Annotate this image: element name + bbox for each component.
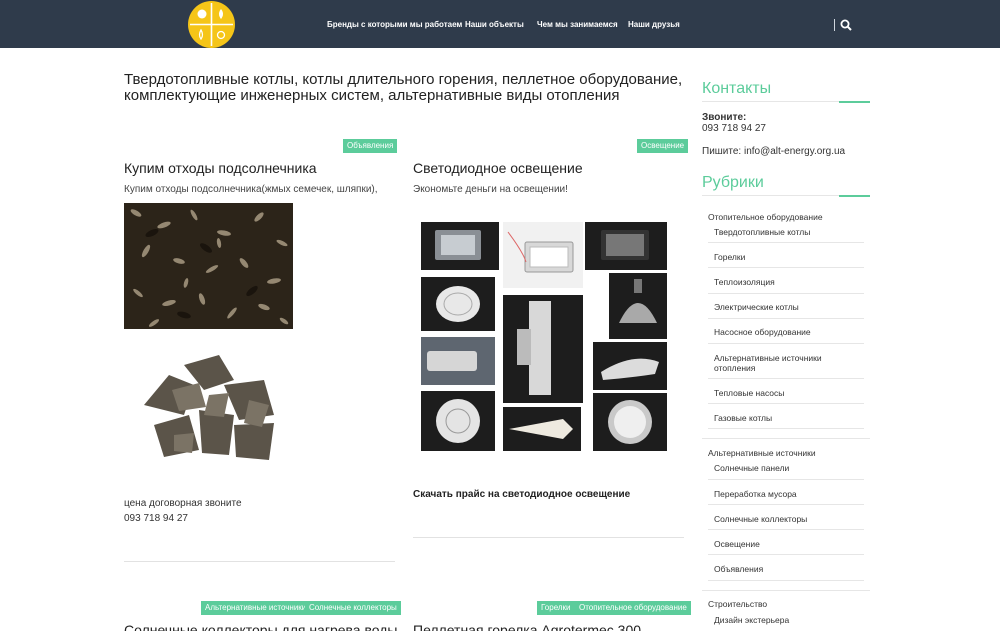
category-pumps[interactable]: Насосное оборудование <box>714 327 811 337</box>
category-divider <box>708 428 864 429</box>
post-divider <box>413 537 684 538</box>
logo-icon <box>190 3 233 46</box>
category-divider <box>708 479 864 480</box>
group-divider <box>702 590 870 591</box>
category-divider <box>708 378 864 379</box>
nav-separator <box>834 19 835 31</box>
tag-heating-equipment[interactable]: Отопительное оборудование <box>575 601 691 615</box>
category-announcements[interactable]: Объявления <box>714 564 763 574</box>
category-divider <box>708 554 864 555</box>
nav-objects[interactable]: Наши объекты <box>465 20 524 29</box>
nav-services[interactable]: Чем мы занимаемся <box>537 20 618 29</box>
tag-announcements[interactable]: Объявления <box>343 139 398 153</box>
tag-lighting[interactable]: Освещение <box>637 139 689 153</box>
category-alt-heating[interactable]: Альтернативные источники отопления <box>714 353 844 373</box>
contact-email[interactable]: Пишите: info@alt-energy.org.ua <box>702 146 845 157</box>
post-title-burner[interactable]: Пеллетная горелка Agrotermec 300 <box>413 622 641 631</box>
top-navbar: Бренды с которыми мы работаем Наши объек… <box>0 0 1000 48</box>
post-title-solar[interactable]: Солнечные коллекторы для нагрева воды <box>124 622 397 631</box>
category-electric-boilers[interactable]: Электрические котлы <box>714 302 799 312</box>
title-underline-accent <box>839 101 870 103</box>
category-divider <box>708 242 864 243</box>
category-divider <box>708 580 864 581</box>
tag-solar-collectors[interactable]: Солнечные коллекторы <box>305 601 401 615</box>
category-alt-sources[interactable]: Альтернативные источники <box>708 448 816 458</box>
category-divider <box>708 504 864 505</box>
nav-friends[interactable]: Наши друзья <box>628 20 680 29</box>
title-underline <box>702 101 839 102</box>
post-divider <box>124 561 395 562</box>
sunflower-husk-image <box>124 203 293 329</box>
led-products-image <box>413 215 675 455</box>
contact-phone[interactable]: 093 718 94 27 <box>702 123 766 134</box>
title-underline-accent <box>839 195 870 197</box>
rubrics-title: Рубрики <box>702 174 764 191</box>
download-led-price-link[interactable]: Скачать прайс на светодиодное освещение <box>413 489 630 500</box>
site-logo[interactable] <box>188 1 235 48</box>
category-exterior-design[interactable]: Дизайн экстерьера <box>714 615 789 625</box>
category-solar-panels[interactable]: Солнечные панели <box>714 463 789 473</box>
post-title-sunflower[interactable]: Купим отходы подсолнечника <box>124 160 317 176</box>
category-divider <box>708 403 864 404</box>
title-underline <box>702 195 839 196</box>
category-divider <box>708 267 864 268</box>
post-excerpt-led: Экономьте деньги на освещении! <box>413 184 568 195</box>
page-title: Твердотопливные котлы, котлы длительного… <box>124 71 683 104</box>
group-divider <box>702 438 870 439</box>
category-waste-processing[interactable]: Переработка мусора <box>714 489 797 499</box>
category-solid-fuel-boilers[interactable]: Твердотопливные котлы <box>714 227 810 237</box>
category-construction[interactable]: Строительство <box>708 599 767 609</box>
category-divider <box>708 343 864 344</box>
category-solar-collectors[interactable]: Солнечные коллекторы <box>714 514 807 524</box>
contacts-title: Контакты <box>702 80 772 97</box>
tag-alt-sources[interactable]: Альтернативные источники <box>201 601 311 615</box>
category-divider <box>708 318 864 319</box>
category-divider <box>708 293 864 294</box>
category-burners[interactable]: Горелки <box>714 252 745 262</box>
category-divider <box>708 529 864 530</box>
search-icon[interactable] <box>840 19 852 31</box>
category-heating-equipment[interactable]: Отопительное оборудование <box>708 212 823 222</box>
category-gas-boilers[interactable]: Газовые котлы <box>714 413 772 423</box>
sunflower-cake-image <box>124 345 293 472</box>
post-phone: 093 718 94 27 <box>124 513 188 524</box>
post-excerpt-sunflower: Купим отходы подсолнечника(жмых семечек,… <box>124 184 378 195</box>
post-title-led[interactable]: Светодиодное освещение <box>413 160 583 176</box>
category-lighting[interactable]: Освещение <box>714 539 760 549</box>
category-insulation[interactable]: Теплоизоляция <box>714 277 775 287</box>
tag-burners[interactable]: Горелки <box>537 601 575 615</box>
category-heat-pumps[interactable]: Тепловые насосы <box>714 388 784 398</box>
nav-brands[interactable]: Бренды с которыми мы работаем <box>327 20 462 29</box>
call-label: Звоните: <box>702 112 747 123</box>
post-price-note: цена договорная звоните <box>124 498 242 509</box>
